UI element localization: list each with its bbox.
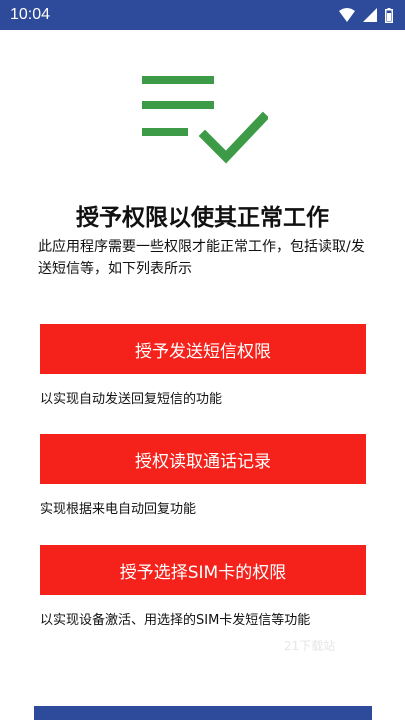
sim-permission-description: 以实现设备激活、用选择的SIM卡发短信等功能: [40, 613, 311, 628]
page-description: 此应用程序需要一些权限才能正常工作，包括读取/发送短信等，如下列表所示: [38, 239, 365, 277]
battery-icon: [385, 7, 393, 23]
wifi-icon: [339, 8, 355, 22]
grant-sms-permission-button[interactable]: 授予发送短信权限: [40, 324, 366, 374]
checklist-icon: [142, 76, 268, 164]
watermark: 21下载站: [284, 639, 336, 653]
status-time: 10:04: [10, 6, 51, 23]
status-icons: [339, 7, 393, 23]
call-log-permission-description: 实现根据来电自动回复功能: [40, 502, 197, 517]
page-title: 授予权限以使其正常工作: [76, 205, 329, 231]
sms-permission-description: 以实现自动发送回复短信的功能: [40, 392, 223, 407]
grant-sim-permission-button[interactable]: 授予选择SIM卡的权限: [40, 545, 366, 595]
status-bar: 10:04: [0, 0, 405, 30]
bottom-action-bar[interactable]: [34, 706, 372, 720]
grant-call-log-permission-button[interactable]: 授权读取通话记录: [40, 434, 366, 484]
signal-icon: [363, 8, 377, 22]
